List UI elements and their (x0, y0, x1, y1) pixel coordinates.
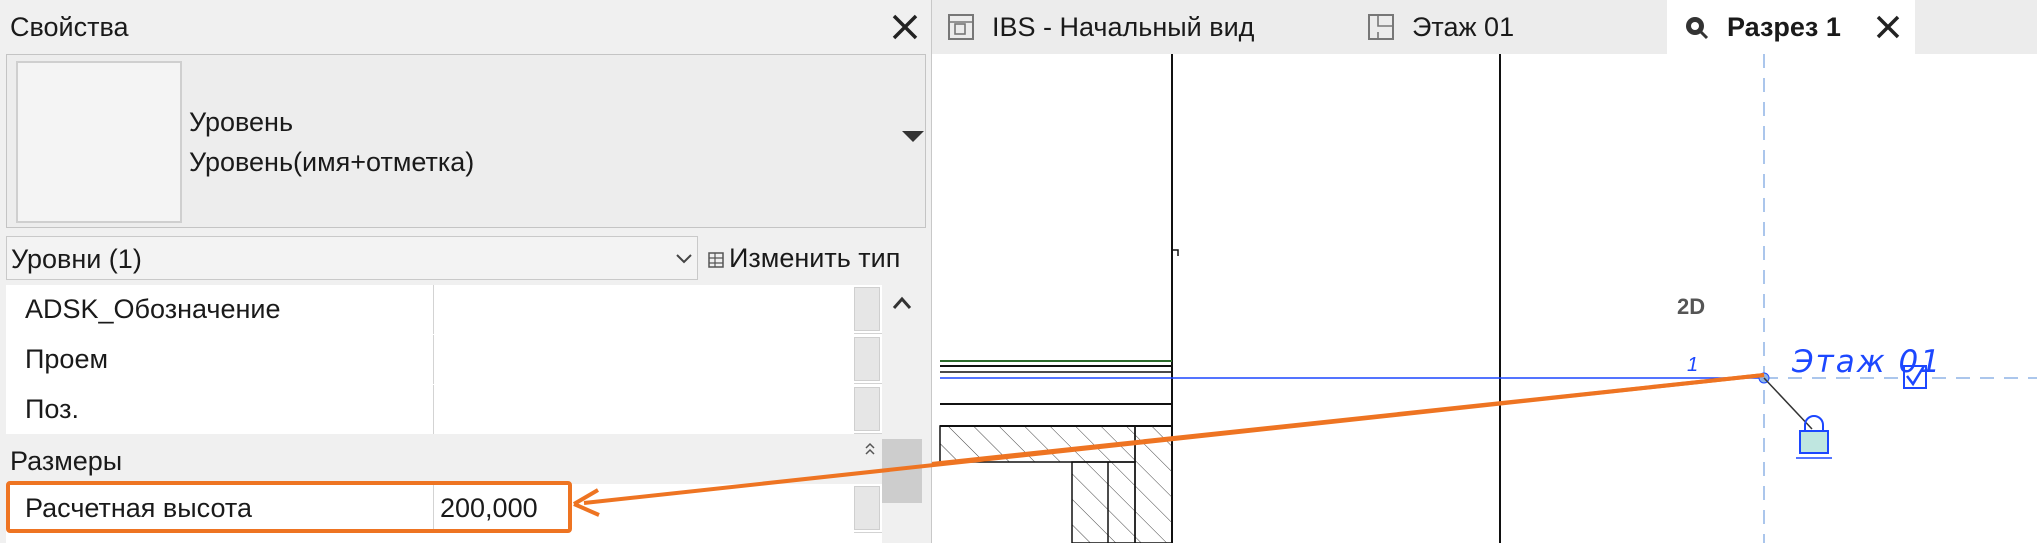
callout-overlay (572, 373, 1765, 517)
